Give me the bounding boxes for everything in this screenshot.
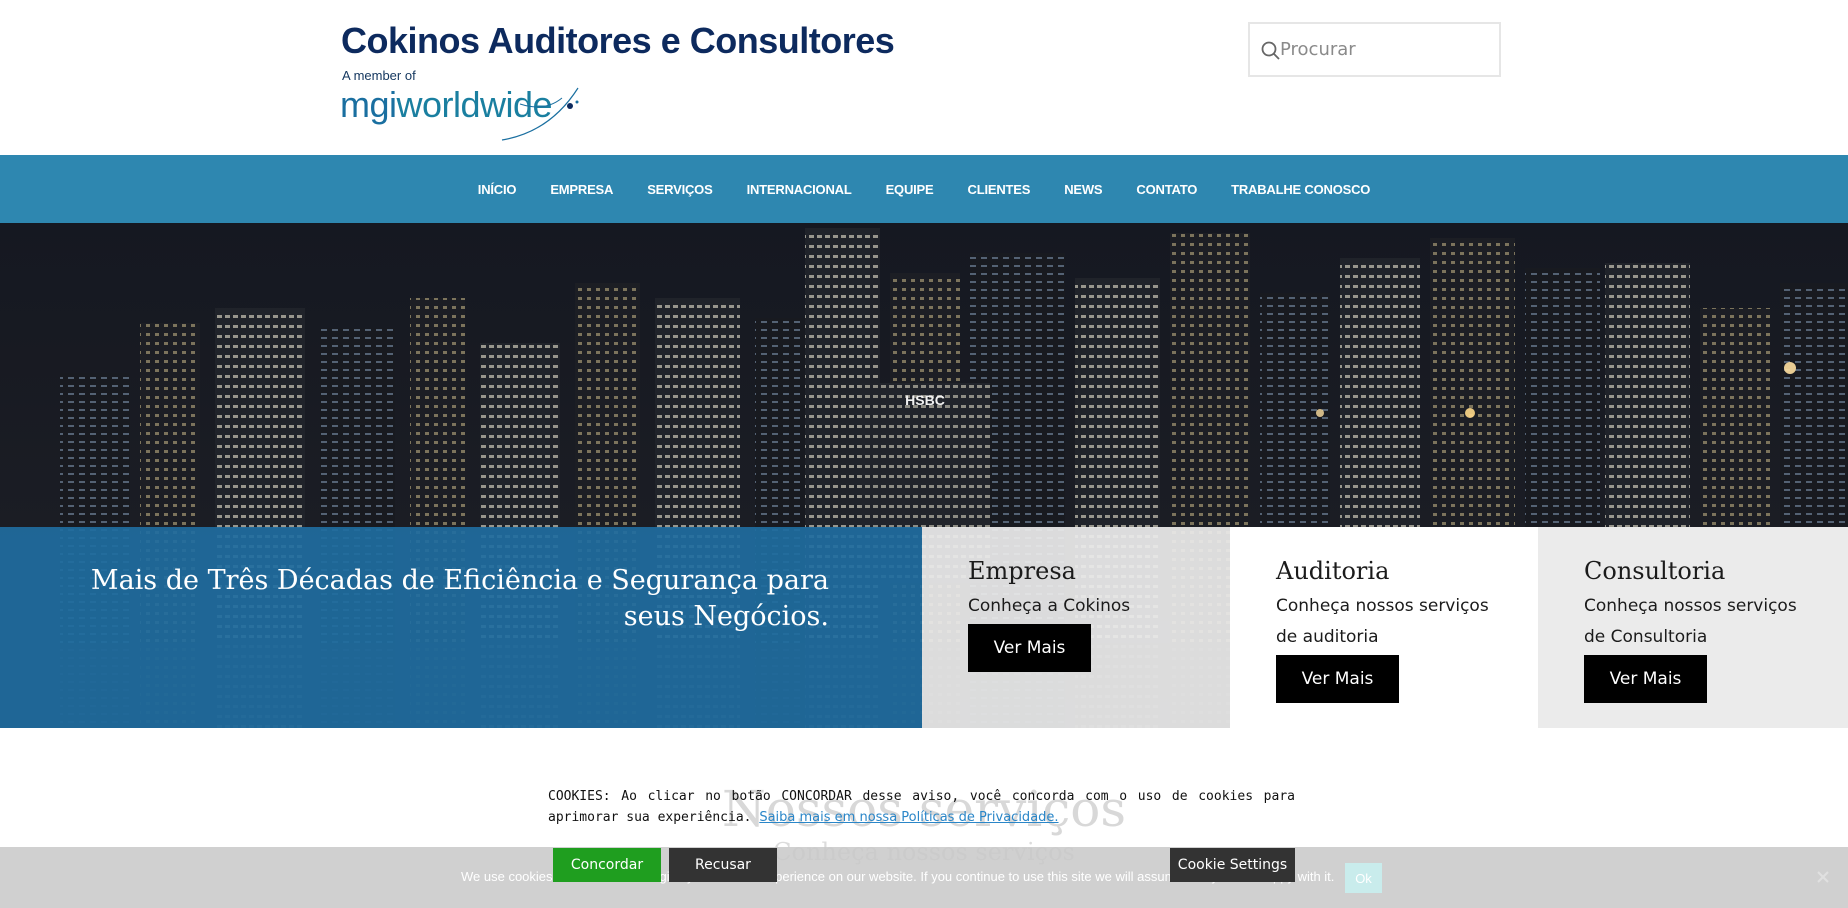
nav-item-inicio[interactable]: INÍCIO [461,182,534,197]
nav-item-equipe[interactable]: EQUIPE [869,182,951,197]
cookie-bar-ok-button[interactable]: Ok [1345,863,1382,893]
nav-item-clientes[interactable]: CLIENTES [951,182,1048,197]
refuse-button[interactable]: Recusar [669,848,777,882]
ver-mais-consultoria-button[interactable]: Ver Mais [1584,655,1707,703]
nav-item-internacional[interactable]: INTERNACIONAL [730,182,869,197]
privacy-policy-link[interactable]: Saiba mais em nossa Políticas de Privaci… [759,810,1058,825]
close-icon[interactable] [1815,869,1831,885]
nav-item-empresa[interactable]: EMPRESA [533,182,630,197]
nav-item-news[interactable]: NEWS [1047,182,1119,197]
nav-item-trabalhe-conosco[interactable]: TRABALHE CONOSCO [1214,182,1387,197]
search-icon [1261,41,1280,60]
main-nav: INÍCIO EMPRESA SERVIÇOS INTERNACIONAL EQ… [0,155,1848,223]
ver-mais-empresa-button[interactable]: Ver Mais [968,624,1091,672]
card-auditoria: Auditoria Conheça nossos serviços de aud… [1230,527,1538,728]
card-title: Auditoria [1276,557,1390,585]
cookie-bar: We use cookies to ensure that we give yo… [0,847,1848,908]
card-empresa: Empresa Conheça a Cokinos Ver Mais [922,527,1230,728]
card-title: Consultoria [1584,557,1726,585]
hero-headline: Mais de Três Décadas de Eficiência e Seg… [90,565,829,632]
hero-section: HSBC Mais de Três Décadas de Eficiência … [0,223,1848,728]
logo-mgi-text: mgi [340,84,397,125]
site-header: Cokinos Auditores e Consultores A member… [0,0,1848,155]
agree-button[interactable]: Concordar [553,848,661,882]
ver-mais-auditoria-button[interactable]: Ver Mais [1276,655,1399,703]
card-text: Conheça nossos serviços de Consultoria [1584,596,1797,647]
site-title[interactable]: Cokinos Auditores e Consultores [341,20,895,62]
card-consultoria: Consultoria Conheça nossos serviços de C… [1538,527,1848,728]
card-title: Empresa [968,557,1076,585]
mgi-swoosh-icon [501,87,579,141]
card-text: Conheça a Cokinos [968,596,1131,616]
nav-item-servicos[interactable]: SERVIÇOS [630,182,729,197]
member-of-label: A member of [342,68,416,83]
cookie-notice-text: COOKIES: Ao clicar no botão CONCORDAR de… [548,786,1295,828]
search-input[interactable] [1280,24,1495,75]
nav-item-contato[interactable]: CONTATO [1119,182,1214,197]
hero-headline-panel: Mais de Três Décadas de Eficiência e Seg… [0,527,922,728]
search-box[interactable] [1248,22,1501,77]
cookie-notice: COOKIES: Ao clicar no botão CONCORDAR de… [548,786,1295,828]
card-text: Conheça nossos serviços de auditoria [1276,596,1489,647]
cookie-settings-button[interactable]: Cookie Settings [1170,848,1295,882]
hsbc-sign: HSBC [905,392,945,408]
